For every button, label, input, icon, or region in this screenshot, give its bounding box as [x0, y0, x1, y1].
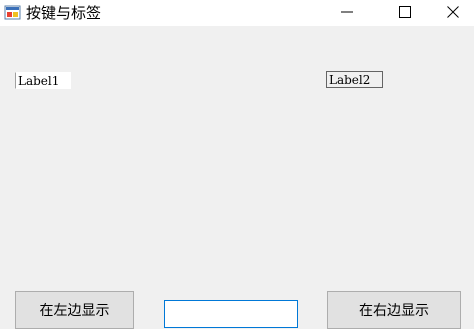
minimize-button[interactable]: [320, 0, 374, 26]
label-right: Label2: [326, 71, 383, 88]
app-window: 按键与标签 Label1 Label2 在左边显示 在右边显示: [0, 0, 474, 329]
maximize-button[interactable]: [378, 0, 432, 26]
form-client-area: Label1 Label2 在左边显示 在右边显示: [0, 26, 474, 329]
show-right-button[interactable]: 在右边显示: [327, 291, 461, 329]
text-input[interactable]: [164, 300, 298, 328]
close-button[interactable]: [426, 0, 474, 26]
window-title: 按键与标签: [26, 4, 102, 22]
close-icon: [446, 4, 460, 23]
minimize-icon: [340, 4, 354, 23]
show-left-button[interactable]: 在左边显示: [15, 291, 134, 329]
app-window-icon: [4, 4, 21, 21]
maximize-icon: [398, 4, 412, 23]
label-left: Label1: [15, 72, 71, 89]
title-bar[interactable]: 按键与标签: [0, 0, 474, 26]
